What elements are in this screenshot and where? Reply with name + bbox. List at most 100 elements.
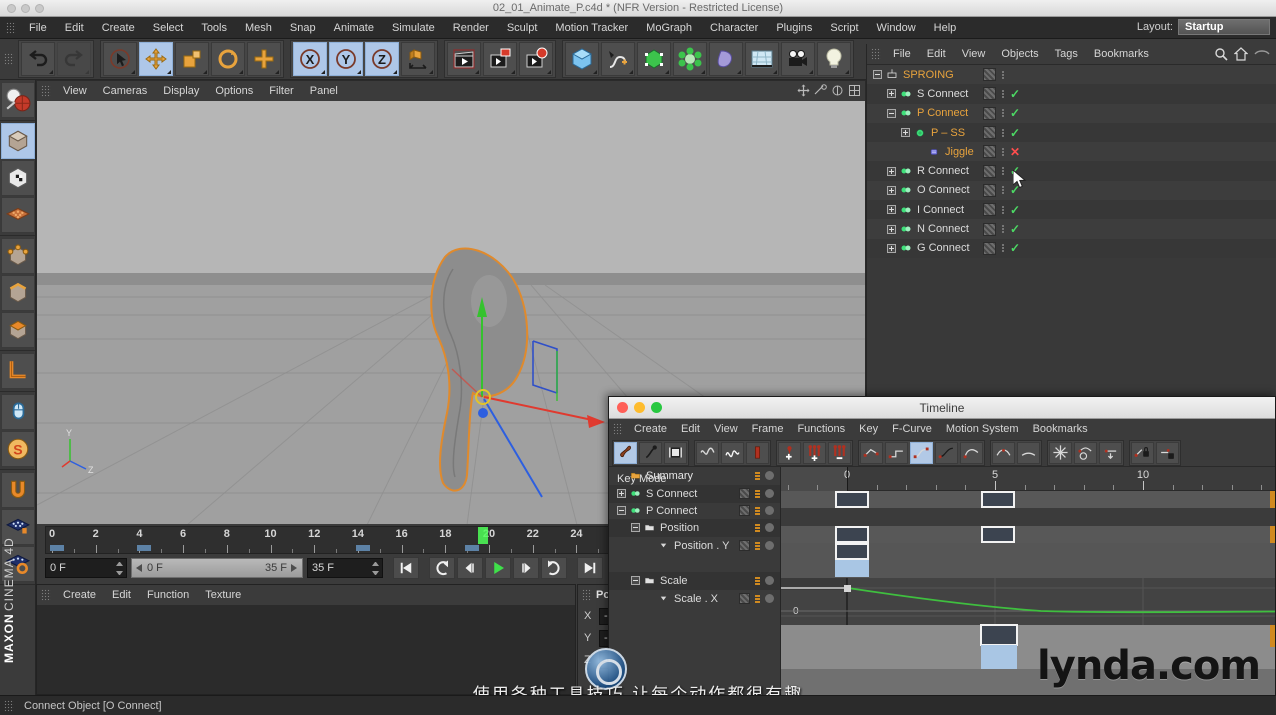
timeline-track-row[interactable]: Scale . X <box>609 590 780 608</box>
object-row[interactable]: 0 SPROING <box>867 65 1276 85</box>
object-row[interactable]: R Connect✓ <box>867 161 1276 181</box>
render-region-button[interactable] <box>483 42 517 76</box>
object-tags[interactable]: ✕ <box>983 145 1020 159</box>
menu-item-view[interactable]: View <box>954 46 994 62</box>
layout-selector[interactable]: Layout: Startup <box>1137 19 1270 35</box>
deformer-button[interactable] <box>709 42 743 76</box>
track-label[interactable]: Position <box>660 522 699 534</box>
go-to-start-button[interactable] <box>393 557 419 579</box>
object-tags[interactable]: ✓ <box>983 87 1020 101</box>
ease-both-button[interactable] <box>992 441 1015 464</box>
max-frame-spinner[interactable] <box>372 562 379 575</box>
menu-item-simulate[interactable]: Simulate <box>383 20 444 36</box>
expand-icon[interactable] <box>887 166 896 176</box>
visibility-dots-icon[interactable] <box>1002 167 1004 176</box>
tag-icon[interactable] <box>983 87 996 101</box>
menu-item-frame[interactable]: Frame <box>745 421 791 437</box>
track-animation-dots-icon[interactable] <box>755 541 760 550</box>
live-selection-tool[interactable] <box>103 42 137 76</box>
array-button[interactable] <box>673 42 707 76</box>
track-row-position[interactable] <box>781 543 1275 560</box>
menu-item-create[interactable]: Create <box>627 421 674 437</box>
object-name[interactable]: G Connect <box>917 242 970 254</box>
track-solo-dot-icon[interactable] <box>765 541 774 551</box>
tag-icon[interactable] <box>983 241 996 255</box>
toolbar-grip-icon[interactable] <box>4 53 14 65</box>
tag-icon[interactable] <box>983 203 996 217</box>
menu-item-file[interactable]: File <box>885 46 919 62</box>
timeline-track-row[interactable]: Position . Y <box>609 537 780 555</box>
next-key-button[interactable] <box>541 557 567 579</box>
menu-item-cameras[interactable]: Cameras <box>95 83 156 99</box>
submenu-corner-icon[interactable] <box>393 70 397 74</box>
undo-button[interactable] <box>21 42 55 76</box>
keyframe-marker[interactable] <box>355 545 370 551</box>
submenu-corner-icon[interactable] <box>547 70 551 74</box>
render-view-button[interactable] <box>447 42 481 76</box>
collapse-icon[interactable] <box>887 108 896 118</box>
track-controls[interactable] <box>739 540 774 552</box>
axis-mode-button[interactable] <box>1 353 35 389</box>
track-solo-dot-icon[interactable] <box>765 506 774 516</box>
track-animation-dots-icon[interactable] <box>755 471 760 480</box>
collapse-icon[interactable] <box>631 523 640 533</box>
visibility-dots-icon[interactable] <box>1002 109 1004 118</box>
automatic-mode-button[interactable] <box>639 441 662 464</box>
axis-z-toggle[interactable]: Z <box>365 42 399 76</box>
play-button[interactable] <box>485 557 511 579</box>
points-grid-button[interactable] <box>1 197 35 233</box>
enabled-check-icon[interactable]: ✓ <box>1010 87 1020 101</box>
menu-item-help[interactable]: Help <box>925 20 966 36</box>
menu-item-f-curve[interactable]: F-Curve <box>885 421 939 437</box>
track-controls[interactable] <box>739 471 774 481</box>
render-settings-button[interactable] <box>519 42 553 76</box>
object-name[interactable]: S Connect <box>917 88 968 100</box>
home-icon[interactable] <box>1234 47 1248 61</box>
world-object-coordinate-toggle[interactable] <box>401 42 435 76</box>
maximize-view-icon[interactable] <box>848 84 861 97</box>
zero-tangent-button[interactable] <box>1049 441 1072 464</box>
keyframe-marker[interactable] <box>137 545 152 551</box>
collapse-icon[interactable] <box>617 506 626 516</box>
keyframe[interactable] <box>835 543 869 560</box>
expand-icon[interactable] <box>887 89 896 99</box>
object-tags[interactable]: ✓ <box>983 106 1020 120</box>
spline-interpolation-button[interactable] <box>910 441 933 464</box>
object-tags[interactable]: ✓ <box>983 126 1020 140</box>
track-animation-dots-icon[interactable] <box>755 523 760 532</box>
timeline-track-row[interactable]: P Connect <box>609 502 780 520</box>
magnet-snap-button[interactable] <box>1 472 35 508</box>
delete-keys-button[interactable] <box>828 441 851 464</box>
model-mode-button[interactable] <box>1 123 35 159</box>
menu-item-bookmarks[interactable]: Bookmarks <box>1086 46 1157 62</box>
track-tag-icon[interactable] <box>739 488 750 500</box>
keyframe[interactable] <box>981 491 1015 508</box>
track-label[interactable]: Summary <box>646 470 693 482</box>
track-row-position-y[interactable] <box>781 560 1275 578</box>
add-tool[interactable] <box>247 42 281 76</box>
track-controls[interactable] <box>739 488 774 500</box>
visibility-dots-icon[interactable] <box>1002 186 1004 195</box>
submenu-corner-icon[interactable] <box>49 70 53 74</box>
edges-mode-button[interactable] <box>1 275 35 311</box>
menu-item-window[interactable]: Window <box>868 20 925 36</box>
undo-redo-globe-button[interactable] <box>1 82 35 118</box>
timeline-playhead[interactable] <box>847 467 848 491</box>
menu-item-mograph[interactable]: MoGraph <box>637 20 701 36</box>
enable-axis-button[interactable]: S <box>1 431 35 467</box>
menu-item-tools[interactable]: Tools <box>192 20 236 36</box>
object-row[interactable]: I Connect ✓ <box>867 200 1276 220</box>
tag-icon[interactable] <box>983 164 996 178</box>
menu-item-create[interactable]: Create <box>93 20 144 36</box>
track-solo-dot-icon[interactable] <box>765 471 774 481</box>
submenu-corner-icon[interactable] <box>275 70 279 74</box>
track-solo-dot-icon[interactable] <box>765 576 774 586</box>
menu-item-texture[interactable]: Texture <box>197 587 249 603</box>
current-frame-field[interactable]: 0 F <box>45 558 127 578</box>
texture-mode-button[interactable] <box>1 160 35 196</box>
submenu-corner-icon[interactable] <box>357 70 361 74</box>
track-solo-dot-icon[interactable] <box>765 523 774 533</box>
track-animation-dots-icon[interactable] <box>755 489 760 498</box>
menu-item-select[interactable]: Select <box>144 20 193 36</box>
menu-item-display[interactable]: Display <box>155 83 207 99</box>
